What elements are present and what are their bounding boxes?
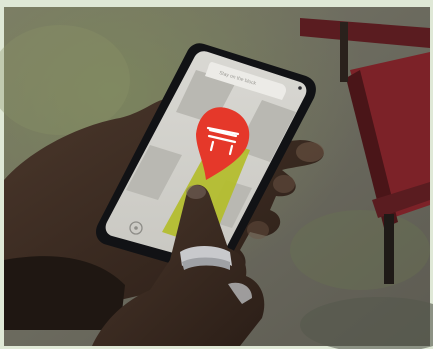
fingernail bbox=[186, 185, 206, 199]
photo-frame: Stay on the block bbox=[0, 0, 433, 349]
scene bbox=[0, 0, 433, 349]
front-camera bbox=[298, 86, 302, 90]
